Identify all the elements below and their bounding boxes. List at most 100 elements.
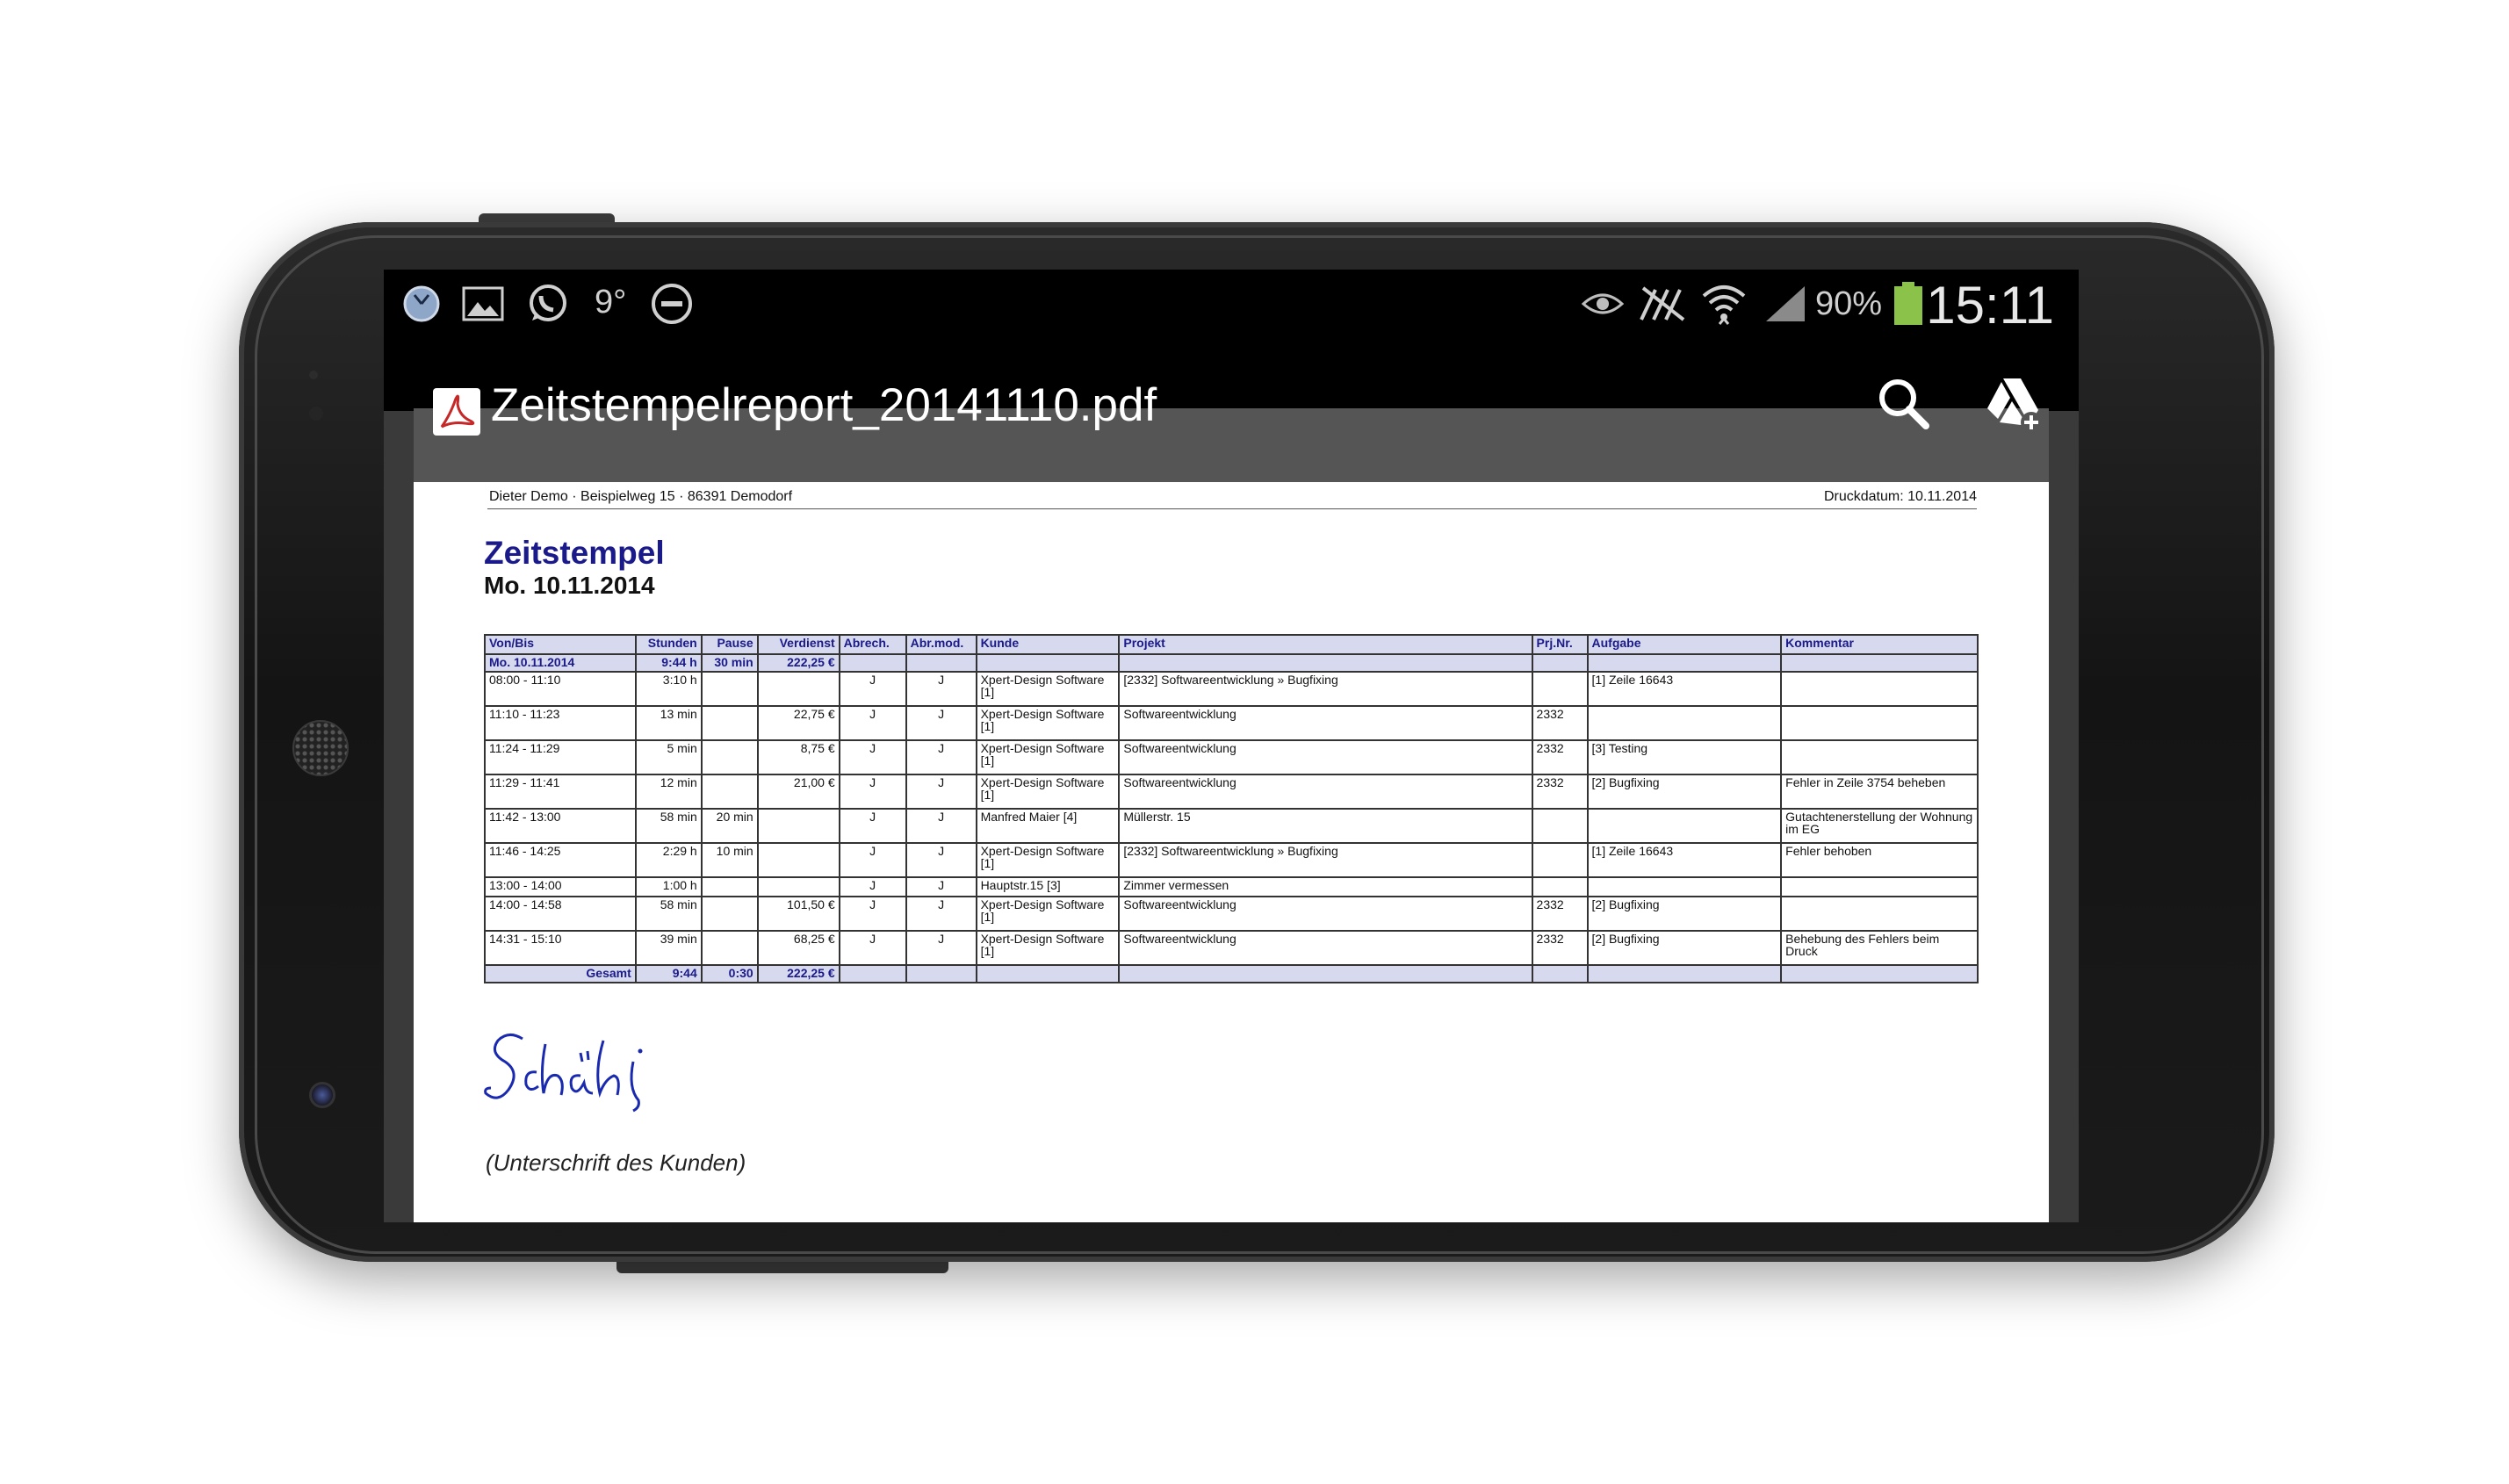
table-row: 11:10 - 11:23 13 min 22,75 € J J Xpert-Design… bbox=[484, 705, 1979, 741]
table-cell: J bbox=[905, 876, 977, 897]
table-cell: 30 min bbox=[700, 653, 759, 673]
table-cell bbox=[1586, 653, 1783, 673]
table-cell bbox=[700, 876, 759, 897]
table-cell: 68,25 € bbox=[756, 930, 840, 966]
table-cell bbox=[700, 774, 759, 810]
table-cell: 11:29 - 11:41 bbox=[484, 774, 637, 810]
column-header: Projekt bbox=[1118, 634, 1533, 655]
day-summary-row: Mo. 10.11.2014 9:44 h 30 min 222,25 € bbox=[484, 653, 1979, 673]
print-date: Druckdatum: 10.11.2014 bbox=[1823, 489, 1977, 504]
table-cell: 2332 bbox=[1531, 930, 1589, 966]
table-cell: J bbox=[905, 671, 977, 707]
table-cell: 13:00 - 14:00 bbox=[484, 876, 637, 897]
customer-signature bbox=[484, 1034, 643, 1113]
table-cell: J bbox=[838, 896, 907, 932]
temperature-text: 9° bbox=[595, 284, 627, 321]
column-header: Stunden bbox=[634, 634, 703, 655]
table-cell: [3] Testing bbox=[1586, 739, 1783, 775]
table-cell: J bbox=[905, 739, 977, 775]
table-cell bbox=[1586, 964, 1783, 983]
table-cell bbox=[700, 671, 759, 707]
table-cell bbox=[700, 739, 759, 775]
table-cell: Behebung des Fehlers beim Druck bbox=[1780, 930, 1979, 966]
table-cell: Fehler in Zeile 3754 beheben bbox=[1780, 774, 1979, 810]
table-cell bbox=[1531, 653, 1589, 673]
search-icon[interactable] bbox=[1873, 373, 1935, 435]
table-cell: 58 min bbox=[634, 808, 703, 844]
column-header: Abr.mod. bbox=[905, 634, 977, 655]
gallery-icon bbox=[459, 282, 507, 326]
table-cell bbox=[1118, 653, 1533, 673]
clock-icon bbox=[400, 282, 443, 326]
pdf-page[interactable]: Dieter Demo · Beispielweg 15 · 86391 Dem… bbox=[414, 482, 2049, 1222]
table-cell: J bbox=[905, 930, 977, 966]
table-cell: Xpert-Design Software [1] bbox=[975, 671, 1121, 707]
table-cell bbox=[756, 808, 840, 844]
status-clock: 15:11 bbox=[1926, 276, 2054, 335]
column-header: Kommentar bbox=[1780, 634, 1979, 655]
table-cell: J bbox=[905, 808, 977, 844]
table-cell: J bbox=[838, 774, 907, 810]
table-cell bbox=[838, 964, 907, 983]
table-cell: [2332] Softwareentwicklung » Bugfixing bbox=[1118, 671, 1533, 707]
drive-add-icon[interactable] bbox=[1982, 373, 2044, 435]
column-header: Abrech. bbox=[838, 634, 907, 655]
status-bar: 9° 90% 15:11 bbox=[384, 270, 2079, 338]
table-cell: 11:46 - 14:25 bbox=[484, 842, 637, 878]
table-cell: [1] Zeile 16643 bbox=[1586, 671, 1783, 707]
light-sensor bbox=[309, 407, 323, 421]
phone-screen: 9° 90% 15:11 Zeitstempelreport_20141110.… bbox=[384, 270, 2079, 1222]
table-cell: 20 min bbox=[700, 808, 759, 844]
table-cell: 2332 bbox=[1531, 705, 1589, 741]
table-cell: J bbox=[905, 705, 977, 741]
table-cell bbox=[1531, 876, 1589, 897]
table-cell: J bbox=[838, 808, 907, 844]
table-header-row: Von/Bis Stunden Pause Verdienst Abrech. … bbox=[484, 634, 1979, 655]
table-cell: Xpert-Design Software [1] bbox=[975, 705, 1121, 741]
table-row: 11:46 - 14:25 2:29 h 10 min J J Xpert-Design … bbox=[484, 842, 1979, 878]
table-cell: J bbox=[838, 739, 907, 775]
header-divider bbox=[487, 508, 1977, 509]
table-cell bbox=[1780, 896, 1979, 932]
table-cell bbox=[1531, 964, 1589, 983]
table-cell: 0:30 bbox=[700, 964, 759, 983]
signal-icon bbox=[1763, 282, 1808, 326]
table-cell bbox=[975, 964, 1121, 983]
table-cell: 9:44 bbox=[634, 964, 703, 983]
table-cell bbox=[756, 842, 840, 878]
table-cell: Gutachtenerstellung der Wohnung im EG bbox=[1780, 808, 1979, 844]
column-header: Aufgabe bbox=[1586, 634, 1783, 655]
table-cell: 101,50 € bbox=[756, 896, 840, 932]
table-cell bbox=[1118, 964, 1533, 983]
proximity-sensor bbox=[309, 371, 318, 379]
do-not-disturb-icon bbox=[647, 282, 696, 326]
table-cell: [2] Bugfixing bbox=[1586, 896, 1783, 932]
table-cell: 21,00 € bbox=[756, 774, 840, 810]
table-cell: 9:44 h bbox=[634, 653, 703, 673]
table-cell bbox=[1780, 739, 1979, 775]
table-cell bbox=[1586, 808, 1783, 844]
table-cell: Xpert-Design Software [1] bbox=[975, 930, 1121, 966]
total-row: Gesamt 9:44 0:30 222,25 € bbox=[484, 964, 1979, 983]
report-table: Von/Bis Stunden Pause Verdienst Abrech. … bbox=[484, 634, 1979, 983]
table-cell bbox=[756, 876, 840, 897]
pdf-app-icon[interactable] bbox=[433, 388, 480, 436]
table-cell: 222,25 € bbox=[756, 653, 840, 673]
table-cell: 8,75 € bbox=[756, 739, 840, 775]
table-cell: Zimmer vermessen bbox=[1118, 876, 1533, 897]
table-row: 14:00 - 14:58 58 min 101,50 € J J Xpert-Desig… bbox=[484, 896, 1979, 932]
table-cell: Xpert-Design Software [1] bbox=[975, 896, 1121, 932]
signature-caption: (Unterschrift des Kunden) bbox=[486, 1149, 746, 1176]
table-cell: J bbox=[838, 876, 907, 897]
table-cell: Gesamt bbox=[484, 964, 637, 983]
no-sim-icon bbox=[1636, 282, 1689, 326]
table-row: 11:29 - 11:41 12 min 21,00 € J J Xpert-Design… bbox=[484, 774, 1979, 810]
table-cell: 2332 bbox=[1531, 739, 1589, 775]
document-title: Zeitstempel bbox=[484, 535, 665, 571]
table-row: 13:00 - 14:00 1:00 h J J Hauptstr.15 [3] Zimm… bbox=[484, 876, 1979, 897]
table-cell bbox=[1531, 842, 1589, 878]
table-cell: 3:10 h bbox=[634, 671, 703, 707]
table-cell bbox=[700, 896, 759, 932]
battery-percent: 90% bbox=[1815, 285, 1883, 322]
table-cell bbox=[1780, 964, 1979, 983]
